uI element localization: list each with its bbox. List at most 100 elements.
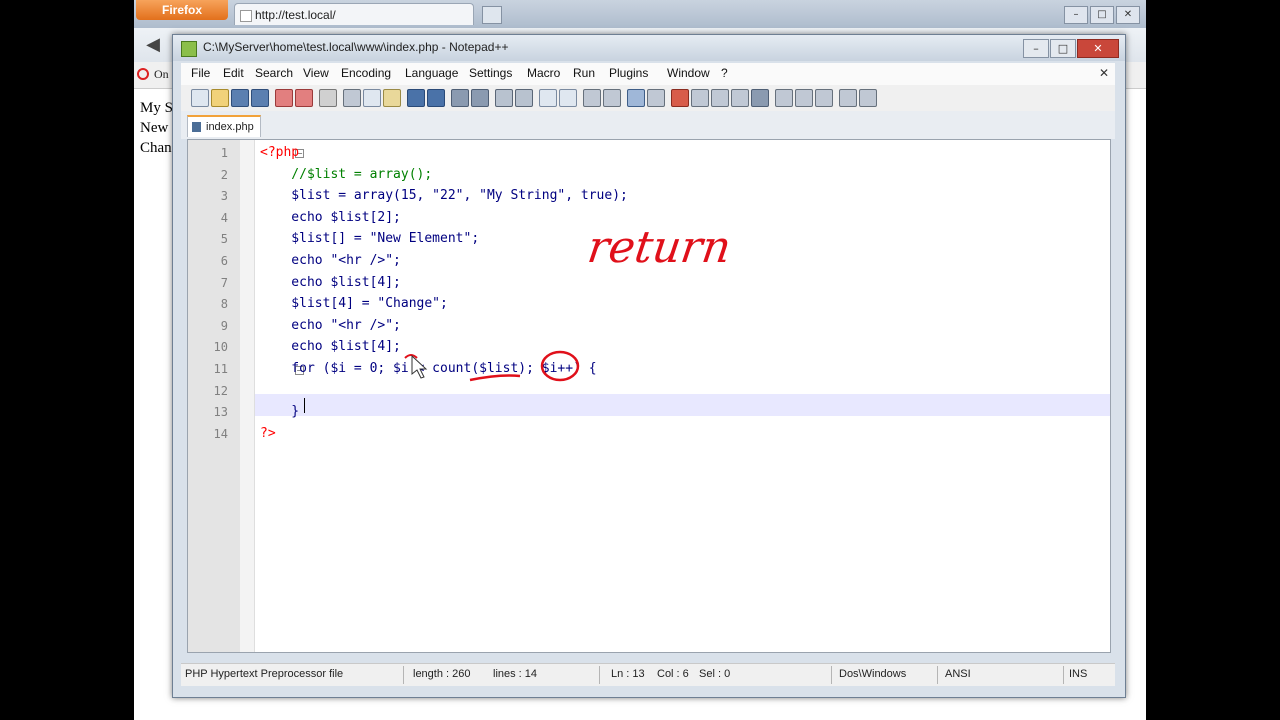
minimize-icon[interactable]: – [1064, 6, 1088, 24]
code-line: echo "<hr />"; [260, 317, 401, 333]
play-macro-icon[interactable] [711, 89, 729, 107]
zoom-in-icon[interactable] [495, 89, 513, 107]
status-bar: PHP Hypertext Preprocessor file length :… [181, 663, 1115, 686]
print-icon[interactable] [319, 89, 337, 107]
minimize-icon[interactable]: – [1023, 39, 1049, 58]
menu-encoding[interactable]: Encoding [341, 66, 391, 80]
zoom-out-icon[interactable] [515, 89, 533, 107]
line-number: 9 [220, 318, 228, 333]
text-caret [304, 398, 305, 413]
menu-edit[interactable]: Edit [223, 66, 244, 80]
status-file-type: PHP Hypertext Preprocessor file [185, 668, 344, 680]
copy-icon[interactable] [363, 89, 381, 107]
line-number: 11 [213, 362, 228, 376]
firefox-page-content: My S New Chan [140, 98, 173, 158]
spell-check-icon[interactable] [839, 89, 857, 107]
menu-settings[interactable]: Settings [469, 66, 512, 80]
menu-macro[interactable]: Macro [527, 66, 560, 80]
word-wrap-icon[interactable] [583, 89, 601, 107]
menu-plugins[interactable]: Plugins [609, 66, 648, 80]
code-line: //$list = array(); [260, 166, 433, 182]
code-editor[interactable]: 1 2 3 4 5 6 7 8 9 10 11 12 13 14 − − <?p… [187, 139, 1111, 653]
menu-language[interactable]: Language [405, 66, 458, 80]
window-title: C:\MyServer\home\test.local\www\index.ph… [203, 40, 509, 54]
menu-search[interactable]: Search [255, 66, 293, 80]
close-all-icon[interactable] [295, 89, 313, 107]
menu-window[interactable]: Window [667, 66, 710, 80]
open-file-icon[interactable] [211, 89, 229, 107]
current-line-highlight [254, 394, 1110, 416]
fold-margin: − − [240, 140, 304, 652]
sync-vertical-icon[interactable] [539, 89, 557, 107]
code-line: ?> [260, 425, 276, 441]
status-separator [403, 666, 404, 684]
maximize-icon[interactable]: □ [1090, 6, 1114, 24]
line-number: 7 [220, 275, 228, 290]
status-separator [831, 666, 832, 684]
replace-icon[interactable] [471, 89, 489, 107]
close-icon[interactable]: ✕ [1077, 39, 1119, 58]
code-line: $list[] = "New Element"; [260, 231, 480, 247]
cut-icon[interactable] [343, 89, 361, 107]
close-document-icon[interactable]: ✕ [1099, 66, 1109, 80]
function-list-icon[interactable] [775, 89, 793, 107]
menu-run[interactable]: Run [573, 66, 595, 80]
play-multiple-icon[interactable] [731, 89, 749, 107]
firefox-menu-button[interactable]: Firefox [136, 0, 228, 20]
new-file-icon[interactable] [191, 89, 209, 107]
undo-icon[interactable] [407, 89, 425, 107]
close-icon[interactable]: ✕ [1116, 6, 1140, 24]
line-number: 5 [220, 232, 228, 247]
status-selection: Sel : 0 [699, 668, 731, 680]
firefox-window-controls: – □ ✕ [1062, 2, 1140, 24]
bookmark-label[interactable]: On [154, 67, 169, 82]
save-macro-icon[interactable] [751, 89, 769, 107]
page-favicon-icon [240, 10, 252, 22]
status-separator [937, 666, 938, 684]
menu-help[interactable]: ? [721, 66, 728, 80]
maximize-icon[interactable]: □ [1050, 39, 1076, 58]
stop-icon[interactable] [137, 68, 149, 80]
save-icon [192, 122, 201, 132]
line-number: 2 [220, 167, 228, 182]
menu-bar: File Edit Search View Encoding Language … [181, 63, 1115, 85]
notepad-window: C:\MyServer\home\test.local\www\index.ph… [172, 34, 1126, 698]
redo-icon[interactable] [427, 89, 445, 107]
notepad-titlebar[interactable]: C:\MyServer\home\test.local\www\index.ph… [173, 35, 1125, 61]
line-number: 10 [213, 340, 228, 355]
code-line: $list[4] = "Change"; [260, 296, 448, 312]
menu-file[interactable]: File [191, 66, 210, 80]
arrow-down-icon[interactable] [815, 89, 833, 107]
line-number: 6 [220, 254, 228, 268]
status-line-number: Ln : 13 [611, 668, 645, 680]
doc-map-icon[interactable] [647, 89, 665, 107]
indent-guide-icon[interactable] [627, 89, 645, 107]
firefox-tab[interactable]: http://test.local/ [234, 3, 474, 25]
close-file-icon[interactable] [275, 89, 293, 107]
code-line: for ($i = 0; $i < count($list); $i++) { [260, 361, 597, 376]
code-line: $list = array(15, "22", "My String", tru… [260, 188, 628, 204]
line-number: 13 [213, 405, 228, 420]
firefox-tab-title: http://test.local/ [255, 8, 336, 22]
save-icon[interactable] [231, 89, 249, 107]
code-line: echo $list[2]; [260, 209, 401, 225]
menu-view[interactable]: View [303, 66, 329, 80]
record-macro-icon[interactable] [671, 89, 689, 107]
code-line: echo "<hr />"; [260, 253, 401, 268]
filter-icon[interactable] [859, 89, 877, 107]
new-tab-button[interactable] [482, 6, 502, 24]
line-number: 4 [220, 210, 228, 225]
firefox-tabbar: Firefox http://test.local/ – □ ✕ [134, 0, 1146, 28]
tab-label: index.php [206, 121, 254, 133]
arrow-up-icon[interactable] [795, 89, 813, 107]
paste-icon[interactable] [383, 89, 401, 107]
stop-macro-icon[interactable] [691, 89, 709, 107]
sync-horizontal-icon[interactable] [559, 89, 577, 107]
find-icon[interactable] [451, 89, 469, 107]
show-all-chars-icon[interactable] [603, 89, 621, 107]
toolbar [181, 85, 1115, 111]
tab-index-php[interactable]: index.php [187, 115, 261, 137]
save-all-icon[interactable] [251, 89, 269, 107]
back-arrow-icon[interactable]: ◀ [142, 34, 164, 56]
